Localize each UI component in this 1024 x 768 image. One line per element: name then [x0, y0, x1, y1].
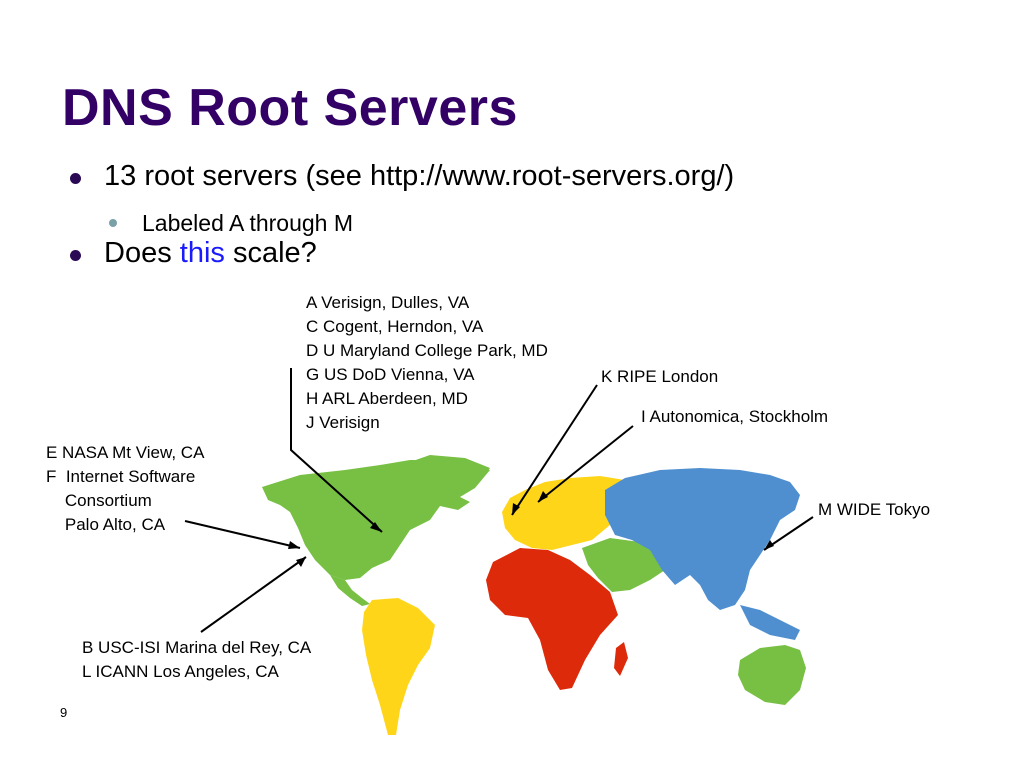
arrow-la: [200, 556, 307, 633]
label-line: Palo Alto, CA: [46, 515, 166, 534]
label-line: G US DoD Vienna, VA: [306, 365, 475, 384]
label-line: L ICANN Los Angeles, CA: [82, 662, 279, 681]
southeast-asia-shape: [740, 605, 800, 640]
label-line: F Internet Software: [46, 467, 196, 486]
label-line: B USC-ISI Marina del Rey, CA: [82, 638, 312, 657]
label-us-east-servers: A Verisign, Dulles, VA C Cogent, Herndon…: [306, 291, 548, 435]
label-ripe: K RIPE London: [601, 367, 719, 386]
label-line: C Cogent, Herndon, VA: [306, 317, 484, 336]
label-line: A Verisign, Dulles, VA: [306, 293, 470, 312]
label-line: D U Maryland College Park, MD: [306, 341, 548, 360]
label-line: J Verisign: [306, 413, 380, 432]
arrowhead-la: [296, 557, 306, 567]
label-autonomica: I Autonomica, Stockholm: [641, 407, 829, 426]
australia-shape: [738, 645, 806, 705]
label-la-servers: B USC-ISI Marina del Rey, CA L ICANN Los…: [82, 636, 311, 684]
page-number: 9: [60, 705, 68, 720]
arrowhead-us-west: [288, 541, 300, 549]
central-america-shape: [330, 575, 370, 606]
madagascar-shape: [614, 642, 628, 676]
label-line: H ARL Aberdeen, MD: [306, 389, 468, 408]
label-wide: M WIDE Tokyo: [818, 500, 931, 519]
label-line: Consortium: [46, 491, 152, 510]
south-america-shape: [362, 598, 435, 735]
asia-shape: [605, 468, 800, 610]
label-line: E NASA Mt View, CA: [46, 443, 205, 462]
label-us-west-servers: E NASA Mt View, CA F Internet Software C…: [46, 441, 204, 537]
